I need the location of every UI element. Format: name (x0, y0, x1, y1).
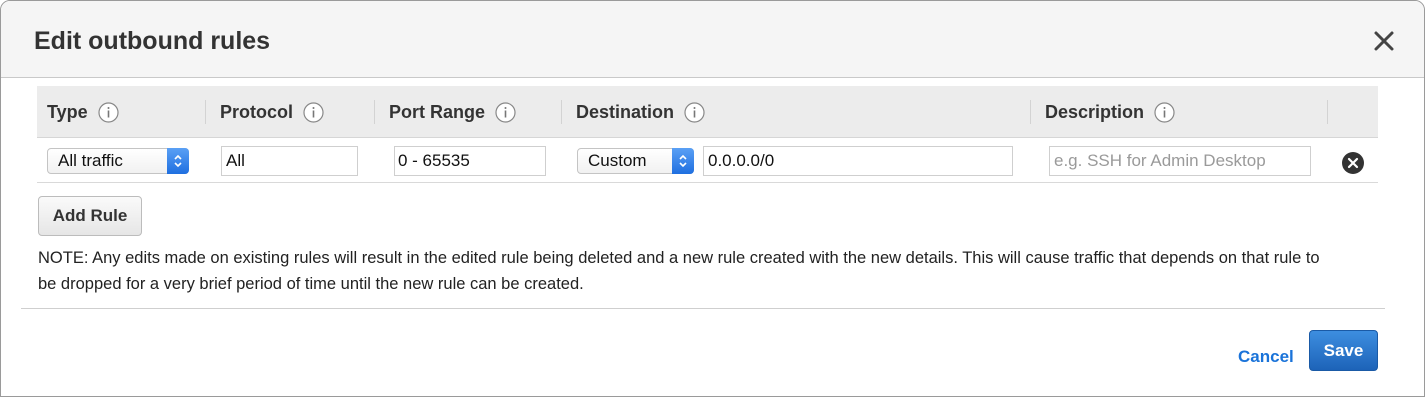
info-icon[interactable] (1154, 101, 1175, 123)
edit-outbound-rules-dialog: Edit outbound rules Type Protocol Port R… (0, 0, 1425, 397)
description-field[interactable]: e.g. SSH for Admin Desktop (1049, 146, 1311, 176)
close-icon[interactable] (1372, 29, 1396, 53)
destination-type-value: Custom (588, 151, 647, 170)
column-separator (561, 100, 562, 124)
port-range-field[interactable]: 0 - 65535 (394, 146, 546, 176)
info-icon[interactable] (303, 101, 324, 123)
header-port-range: Port Range (389, 86, 516, 138)
dialog-header: Edit outbound rules (1, 1, 1424, 78)
info-icon[interactable] (98, 101, 119, 123)
select-arrow-icon (672, 148, 694, 174)
column-separator (1327, 100, 1328, 124)
header-protocol: Protocol (220, 86, 324, 138)
header-destination: Destination (576, 86, 705, 138)
footer-divider (21, 308, 1385, 309)
destination-cidr-field[interactable]: 0.0.0.0/0 (703, 146, 1013, 176)
remove-icon[interactable] (1341, 151, 1365, 175)
select-arrow-icon (167, 148, 189, 174)
protocol-field[interactable]: All (221, 146, 358, 176)
type-select[interactable]: All traffic (47, 148, 189, 174)
info-icon[interactable] (495, 101, 516, 123)
header-type: Type (47, 86, 119, 138)
column-separator (1030, 100, 1031, 124)
edit-warning-note: NOTE: Any edits made on existing rules w… (38, 249, 1320, 293)
add-rule-button[interactable]: Add Rule (38, 196, 142, 236)
cancel-button[interactable]: Cancel (1238, 347, 1294, 367)
rules-table: Type Protocol Port Range Destination Des… (37, 86, 1378, 183)
table-header: Type Protocol Port Range Destination Des… (37, 86, 1378, 138)
info-icon[interactable] (684, 101, 705, 123)
table-row: All traffic All 0 - 65535 Custom 0.0.0.0… (37, 138, 1378, 183)
column-separator (205, 100, 206, 124)
save-button[interactable]: Save (1309, 330, 1378, 371)
type-select-value: All traffic (58, 151, 123, 170)
destination-type-select[interactable]: Custom (577, 148, 694, 174)
header-description: Description (1045, 86, 1175, 138)
dialog-title: Edit outbound rules (34, 27, 271, 55)
column-separator (374, 100, 375, 124)
